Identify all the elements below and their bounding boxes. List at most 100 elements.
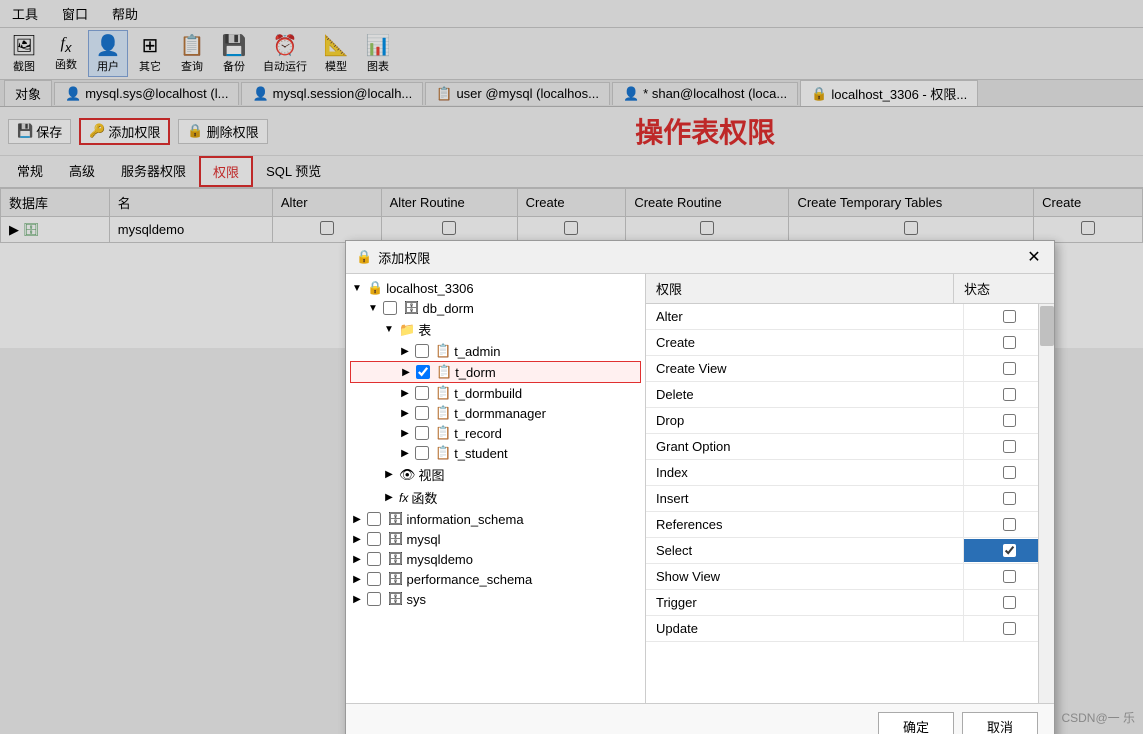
tree-func-folder[interactable]: ▶ fx 函数 — [350, 486, 641, 509]
permissions-panel: 权限 状态 Alter Create Create View — [646, 274, 1054, 703]
dialog-title-bar: 🔒 添加权限 ✕ — [346, 241, 1054, 274]
perm-index-checkbox[interactable] — [1003, 466, 1016, 479]
perm-drop-checkbox[interactable] — [1003, 414, 1016, 427]
tree-mysql-label: mysql — [407, 532, 441, 547]
tree-t-dorm-arrow[interactable]: ▶ — [399, 367, 413, 378]
tree-db-dorm[interactable]: ▼ 🗄 db_dorm — [350, 298, 641, 318]
tree-t-admin[interactable]: ▶ 📋 t_admin — [350, 341, 641, 361]
tree-mysql[interactable]: ▶ 🗄 mysql — [350, 529, 641, 549]
perm-references-checkbox[interactable] — [1003, 518, 1016, 531]
scrollbar[interactable] — [1038, 304, 1054, 703]
perms-col-name: 权限 — [646, 274, 954, 303]
mysql-checkbox[interactable] — [367, 532, 381, 546]
perm-trigger: Trigger — [646, 590, 1054, 616]
dialog-overlay: 🔒 添加权限 ✕ ▼ 🔒 localhost_3306 ▼ 🗄 — [0, 0, 1143, 734]
perm-insert-checkbox[interactable] — [1003, 492, 1016, 505]
tree-t-record[interactable]: ▶ 📋 t_record — [350, 423, 641, 443]
tree-root-arrow[interactable]: ▼ — [350, 283, 364, 294]
tree-table-folder-label: 表 — [418, 320, 431, 339]
perm-alter-checkbox[interactable] — [1003, 310, 1016, 323]
tree-table-icon: 📋 — [435, 343, 451, 359]
tree-root[interactable]: ▼ 🔒 localhost_3306 — [350, 278, 641, 298]
tree-t-dormbuild-arrow[interactable]: ▶ — [398, 388, 412, 399]
perm-create-checkbox[interactable] — [1003, 336, 1016, 349]
watermark: CSDN@一 乐 — [1061, 709, 1135, 726]
t-admin-checkbox[interactable] — [415, 344, 429, 358]
tree-t-record-label: t_record — [454, 426, 502, 441]
tree-table-folder-arrow[interactable]: ▼ — [382, 324, 396, 335]
tree-t-admin-label: t_admin — [454, 344, 500, 359]
tree-db-icon6: 🗄 — [387, 591, 404, 607]
perm-show-view: Show View — [646, 564, 1054, 590]
mysqldemo-checkbox[interactable] — [367, 552, 381, 566]
tree-view-arrow[interactable]: ▶ — [382, 469, 396, 480]
tree-sys[interactable]: ▶ 🗄 sys — [350, 589, 641, 609]
perms-header: 权限 状态 — [646, 274, 1054, 304]
tree-func-label: 函数 — [411, 488, 437, 507]
tree-folder-icon: 📁 — [399, 322, 415, 338]
perm-select-checkbox[interactable] — [1003, 544, 1016, 557]
sys-checkbox[interactable] — [367, 592, 381, 606]
tree-sys-label: sys — [407, 592, 427, 607]
perm-create: Create — [646, 330, 1054, 356]
perm-grant-option: Grant Option — [646, 434, 1054, 460]
tree-t-student[interactable]: ▶ 📋 t_student — [350, 443, 641, 463]
tree-table-folder[interactable]: ▼ 📁 表 — [350, 318, 641, 341]
tree-t-dormmanager[interactable]: ▶ 📋 t_dormmanager — [350, 403, 641, 423]
tree-perf-schema-label: performance_schema — [407, 572, 533, 587]
perm-grant-option-checkbox[interactable] — [1003, 440, 1016, 453]
tree-t-student-label: t_student — [454, 446, 508, 461]
tree-info-arrow[interactable]: ▶ — [350, 514, 364, 525]
tree-root-label: localhost_3306 — [386, 281, 473, 296]
cancel-button[interactable]: 取消 — [962, 712, 1038, 734]
tree-t-dormmanager-label: t_dormmanager — [454, 406, 546, 421]
tree-table-icon4: 📋 — [435, 405, 451, 421]
t-dormmanager-checkbox[interactable] — [415, 406, 429, 420]
tree-t-admin-arrow[interactable]: ▶ — [398, 346, 412, 357]
perm-show-view-checkbox[interactable] — [1003, 570, 1016, 583]
perm-update-checkbox[interactable] — [1003, 622, 1016, 635]
tree-db-icon4: 🗄 — [387, 551, 404, 567]
dialog-title-text: 添加权限 — [378, 248, 430, 267]
t-student-checkbox[interactable] — [415, 446, 429, 460]
tree-t-student-arrow[interactable]: ▶ — [398, 448, 412, 459]
tree-view-folder[interactable]: ▶ 👁 视图 — [350, 463, 641, 486]
tree-mysqldemo-arrow[interactable]: ▶ — [350, 554, 364, 565]
perm-drop: Drop — [646, 408, 1054, 434]
confirm-button[interactable]: 确定 — [878, 712, 954, 734]
tree-t-record-arrow[interactable]: ▶ — [398, 428, 412, 439]
dialog-close-button[interactable]: ✕ — [1024, 247, 1044, 267]
db-dorm-checkbox[interactable] — [383, 301, 397, 315]
perm-delete: Delete — [646, 382, 1054, 408]
tree-mysqldemo[interactable]: ▶ 🗄 mysqldemo — [350, 549, 641, 569]
perf-schema-checkbox[interactable] — [367, 572, 381, 586]
tree-t-dormmanager-arrow[interactable]: ▶ — [398, 408, 412, 419]
perm-trigger-checkbox[interactable] — [1003, 596, 1016, 609]
tree-t-dormbuild-label: t_dormbuild — [454, 386, 522, 401]
tree-db-dorm-arrow[interactable]: ▼ — [366, 303, 380, 314]
info-schema-checkbox[interactable] — [367, 512, 381, 526]
dialog-tree-panel: ▼ 🔒 localhost_3306 ▼ 🗄 db_dorm ▼ — [346, 274, 646, 703]
perm-alter-name: Alter — [646, 304, 964, 329]
perm-create-name: Create — [646, 330, 964, 355]
tree-sys-arrow[interactable]: ▶ — [350, 594, 364, 605]
t-dormbuild-checkbox[interactable] — [415, 386, 429, 400]
perm-references-name: References — [646, 512, 964, 537]
tree-mysql-arrow[interactable]: ▶ — [350, 534, 364, 545]
perm-index: Index — [646, 460, 1054, 486]
perm-delete-checkbox[interactable] — [1003, 388, 1016, 401]
perm-create-view-name: Create View — [646, 356, 964, 381]
tree-t-dormbuild[interactable]: ▶ 📋 t_dormbuild — [350, 383, 641, 403]
tree-func-arrow[interactable]: ▶ — [382, 492, 396, 503]
t-dorm-checkbox[interactable] — [416, 365, 430, 379]
tree-information-schema[interactable]: ▶ 🗄 information_schema — [350, 509, 641, 529]
tree-perf-arrow[interactable]: ▶ — [350, 574, 364, 585]
perm-insert: Insert — [646, 486, 1054, 512]
tree-t-dorm[interactable]: ▶ 📋 t_dorm — [350, 361, 641, 383]
t-record-checkbox[interactable] — [415, 426, 429, 440]
perm-create-view: Create View — [646, 356, 1054, 382]
dialog-footer: 确定 取消 — [346, 703, 1054, 734]
tree-performance-schema[interactable]: ▶ 🗄 performance_schema — [350, 569, 641, 589]
perm-create-view-checkbox[interactable] — [1003, 362, 1016, 375]
tree-root-icon: 🔒 — [367, 280, 383, 296]
